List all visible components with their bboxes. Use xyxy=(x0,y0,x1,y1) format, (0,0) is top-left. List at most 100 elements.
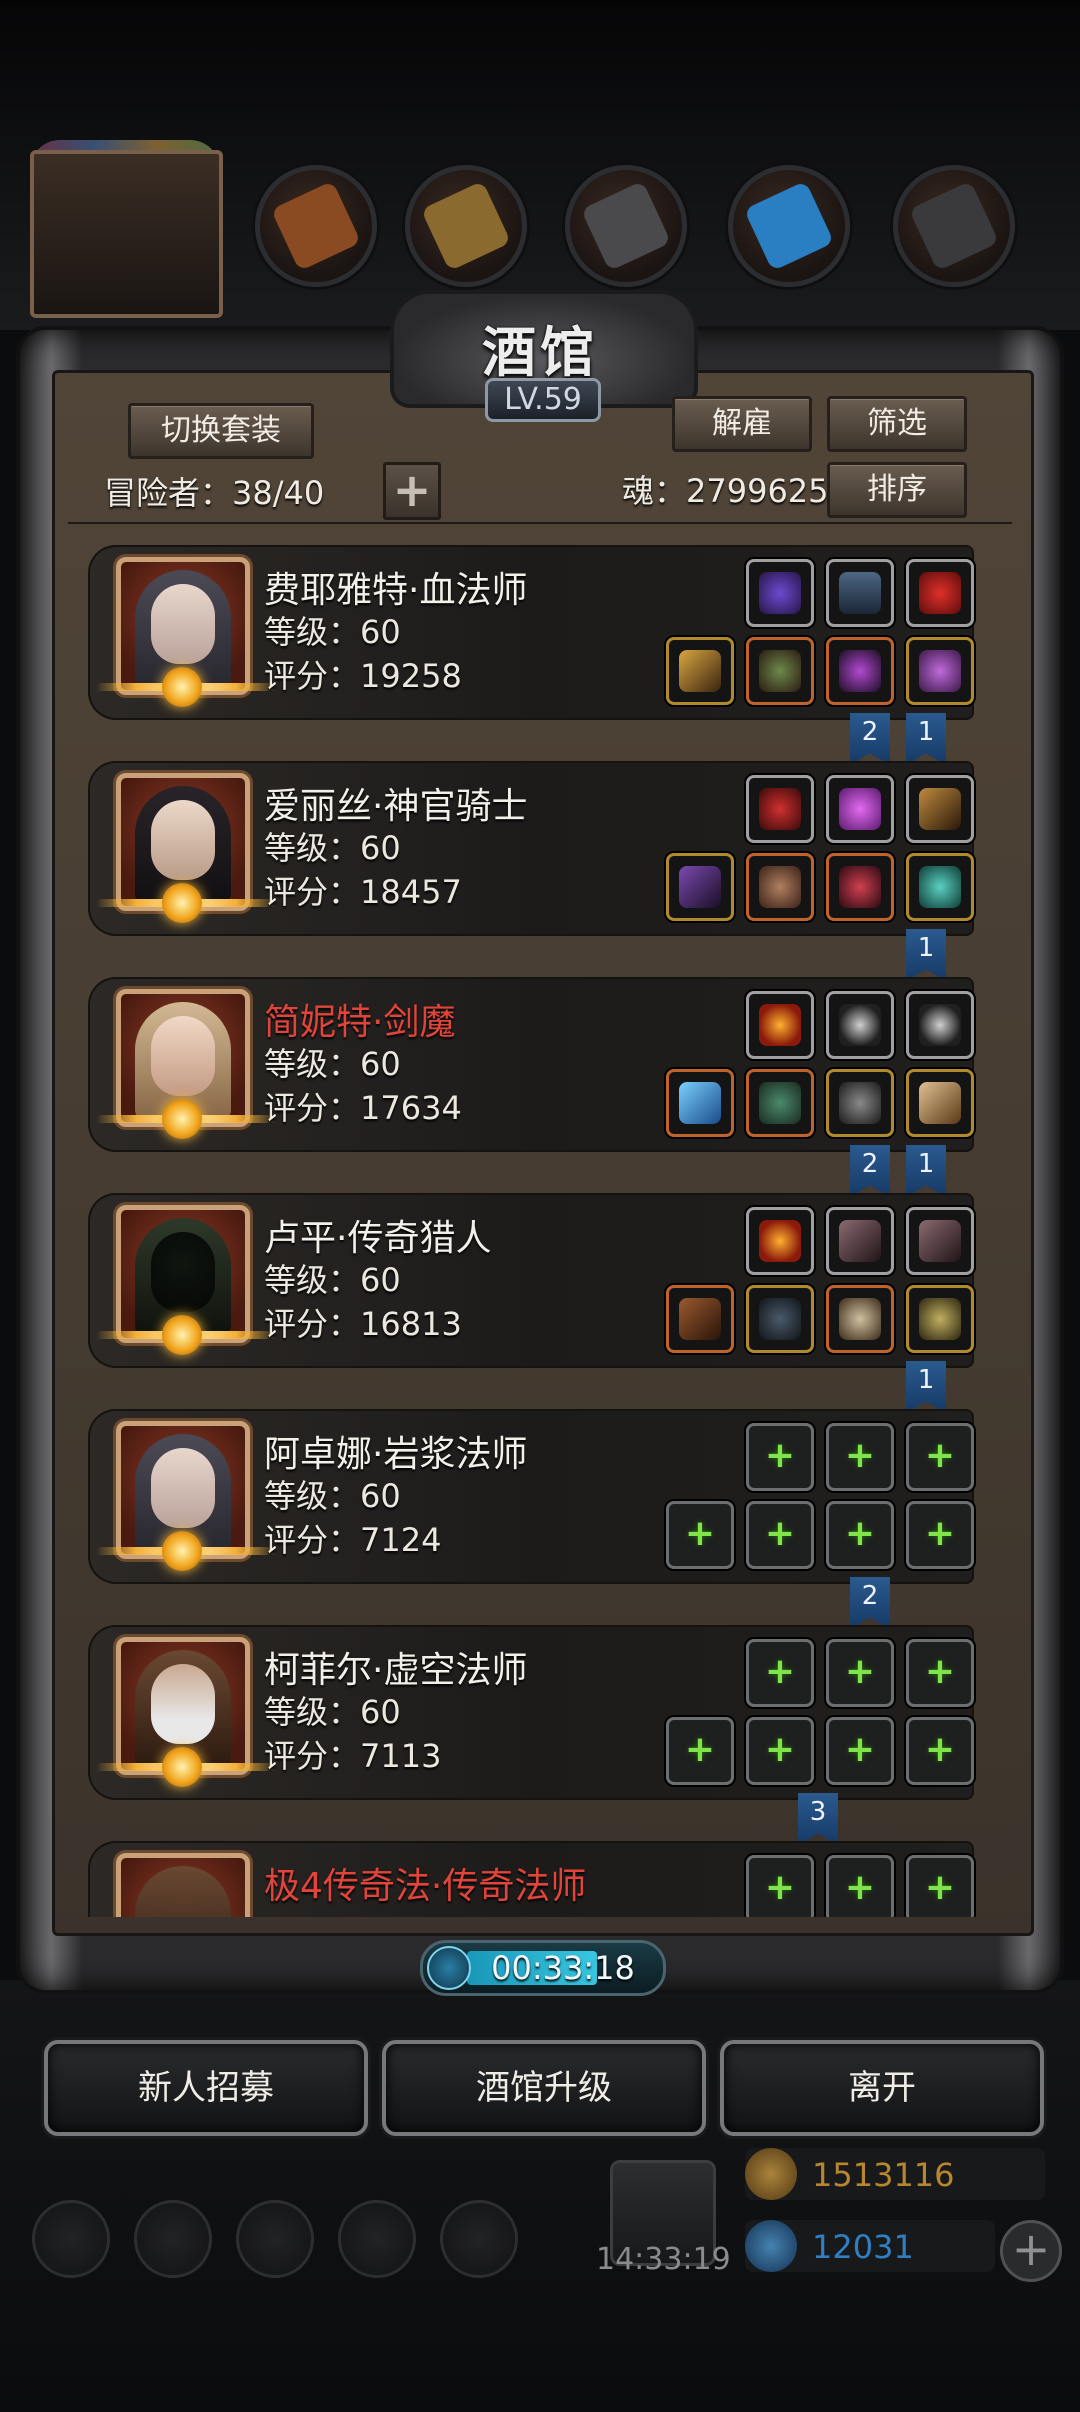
timer-text: 00:33:18 xyxy=(491,1949,635,1987)
empty-skill-slot[interactable]: + xyxy=(826,1639,894,1707)
rank-flag: 2 xyxy=(850,713,890,765)
gem-amount: 12031 xyxy=(812,2228,914,2266)
equip-slot-claw[interactable] xyxy=(906,1069,974,1137)
equip-slot-armor[interactable] xyxy=(746,1285,814,1353)
equip-slot-staff[interactable] xyxy=(666,853,734,921)
resource-slot-wood xyxy=(405,165,527,287)
hero-card[interactable]: 卢平·传奇猎人 等级：60 评分：16813 xyxy=(88,1193,974,1368)
empty-equip-slot[interactable]: + xyxy=(666,1501,734,1569)
add-plus-icon: + xyxy=(844,1435,876,1476)
hero-portrait[interactable] xyxy=(116,1853,250,1917)
hero-level: 等级：60 xyxy=(264,1477,401,1515)
equip-slot-rifle[interactable] xyxy=(666,1285,734,1353)
recruit-button[interactable]: 新人招募 xyxy=(44,2040,368,2136)
rank-emblem xyxy=(96,1529,276,1573)
equip-slot-armor[interactable] xyxy=(746,853,814,921)
dismiss-button[interactable]: 解雇 xyxy=(672,396,812,452)
equip-slot-blade[interactable] xyxy=(906,775,974,843)
empty-skill-slot[interactable]: + xyxy=(906,1855,974,1917)
equip-slot-armor[interactable] xyxy=(746,637,814,705)
empty-equip-slot[interactable]: + xyxy=(746,1501,814,1569)
equip-slot-ring[interactable] xyxy=(906,853,974,921)
rank-flag: 1 xyxy=(906,713,946,765)
sort-button[interactable]: 排序 xyxy=(827,462,967,518)
skill-slot-rune[interactable] xyxy=(906,991,974,1059)
rank-emblem xyxy=(96,1097,276,1141)
empty-equip-slot[interactable]: + xyxy=(906,1501,974,1569)
hero-level: 等级：60 xyxy=(264,1045,401,1083)
gold-icon xyxy=(745,2148,797,2200)
hero-list[interactable]: 费耶雅特·血法师 等级：60 评分：19258 2 1 爱丽丝·神官骑士 等级：… xyxy=(68,545,978,1917)
hero-level: 等级：60 xyxy=(264,829,401,867)
empty-skill-slot[interactable]: + xyxy=(906,1423,974,1491)
equip-slot-gem[interactable] xyxy=(746,559,814,627)
empty-skill-slot[interactable]: + xyxy=(826,1423,894,1491)
equip-slot-sword[interactable] xyxy=(666,1069,734,1137)
add-plus-icon: + xyxy=(844,1513,876,1554)
skill-slot-rune[interactable] xyxy=(826,991,894,1059)
empty-skill-slot[interactable]: + xyxy=(746,1639,814,1707)
equip-slot-staff[interactable] xyxy=(666,637,734,705)
settings-icon[interactable] xyxy=(32,2200,110,2278)
equip-slot-pendant[interactable] xyxy=(746,775,814,843)
equip-slot-ring[interactable] xyxy=(826,1069,894,1137)
switch-outfit-button[interactable]: 切换套装 xyxy=(128,403,314,459)
hero-card[interactable]: 简妮特·剑魔 等级：60 评分：17634 xyxy=(88,977,974,1152)
skill-slot-feather[interactable] xyxy=(906,1207,974,1275)
equip-slot-amulet[interactable] xyxy=(826,853,894,921)
empty-equip-slot[interactable]: + xyxy=(746,1717,814,1785)
skill-slot-feather[interactable] xyxy=(826,1207,894,1275)
adventurer-count: 冒险者：38/40 xyxy=(104,474,325,512)
resource-slot-leather xyxy=(255,165,377,287)
equip-slot-ruby[interactable] xyxy=(906,559,974,627)
gold-amount: 1513116 xyxy=(812,2156,955,2194)
empty-skill-slot[interactable]: + xyxy=(746,1423,814,1491)
empty-skill-slot[interactable]: + xyxy=(906,1639,974,1707)
leave-button[interactable]: 离开 xyxy=(720,2040,1044,2136)
rank-emblem xyxy=(96,665,276,709)
hero-name: 爱丽丝·神官骑士 xyxy=(264,786,528,827)
skill-slot-fire[interactable] xyxy=(746,991,814,1059)
hero-card[interactable]: 阿卓娜·岩浆法师 等级：60 评分：7124 + + + + + + + xyxy=(88,1409,974,1584)
upgrade-tavern-button[interactable]: 酒馆升级 xyxy=(382,2040,706,2136)
empty-equip-slot[interactable]: + xyxy=(666,1717,734,1785)
add-plus-icon: + xyxy=(924,1651,956,1692)
divider xyxy=(68,522,1012,524)
add-plus-icon: + xyxy=(924,1435,956,1476)
rank-emblem xyxy=(96,1313,276,1357)
resource-slot-crystal xyxy=(728,165,850,287)
empty-equip-slot[interactable]: + xyxy=(906,1717,974,1785)
guild-icon[interactable] xyxy=(236,2200,314,2278)
add-adventurer-slot-button[interactable]: + xyxy=(383,462,441,520)
social-icon[interactable] xyxy=(440,2200,518,2278)
rank-flag: 1 xyxy=(906,1361,946,1413)
equip-slot-armor[interactable] xyxy=(746,1069,814,1137)
rank-flag: 1 xyxy=(906,929,946,981)
equip-slot-card[interactable] xyxy=(826,559,894,627)
empty-equip-slot[interactable]: + xyxy=(826,1501,894,1569)
equip-slot-amulet[interactable] xyxy=(906,1285,974,1353)
empty-skill-slot[interactable]: + xyxy=(826,1855,894,1917)
hero-card[interactable]: 费耶雅特·血法师 等级：60 评分：19258 xyxy=(88,545,974,720)
equip-slot-helmet[interactable] xyxy=(826,1285,894,1353)
add-plus-icon: + xyxy=(844,1867,876,1908)
face-shape xyxy=(151,584,215,664)
resource-slot-stone xyxy=(893,165,1015,287)
empty-equip-slot[interactable]: + xyxy=(826,1717,894,1785)
mail-icon[interactable] xyxy=(338,2200,416,2278)
hero-card[interactable]: 极4传奇法·传奇法师 + + + xyxy=(88,1841,974,1917)
skill-slot-fire[interactable] xyxy=(746,1207,814,1275)
achievements-icon[interactable] xyxy=(134,2200,212,2278)
face-shape xyxy=(151,1232,215,1312)
equip-slot-amulet[interactable] xyxy=(826,637,894,705)
equip-slot-orb[interactable] xyxy=(906,637,974,705)
soul-count: 魂：2799625 xyxy=(622,472,829,510)
hero-score: 评分：7113 xyxy=(264,1737,442,1775)
hero-card[interactable]: 爱丽丝·神官骑士 等级：60 评分：18457 xyxy=(88,761,974,936)
hero-card[interactable]: 柯菲尔·虚空法师 等级：60 评分：7113 + + + + + + + xyxy=(88,1625,974,1800)
add-gems-button[interactable]: + xyxy=(1000,2220,1062,2282)
filter-button[interactable]: 筛选 xyxy=(827,396,967,452)
equip-slot-gem[interactable] xyxy=(826,775,894,843)
empty-skill-slot[interactable]: + xyxy=(746,1855,814,1917)
add-plus-icon: + xyxy=(764,1729,796,1770)
